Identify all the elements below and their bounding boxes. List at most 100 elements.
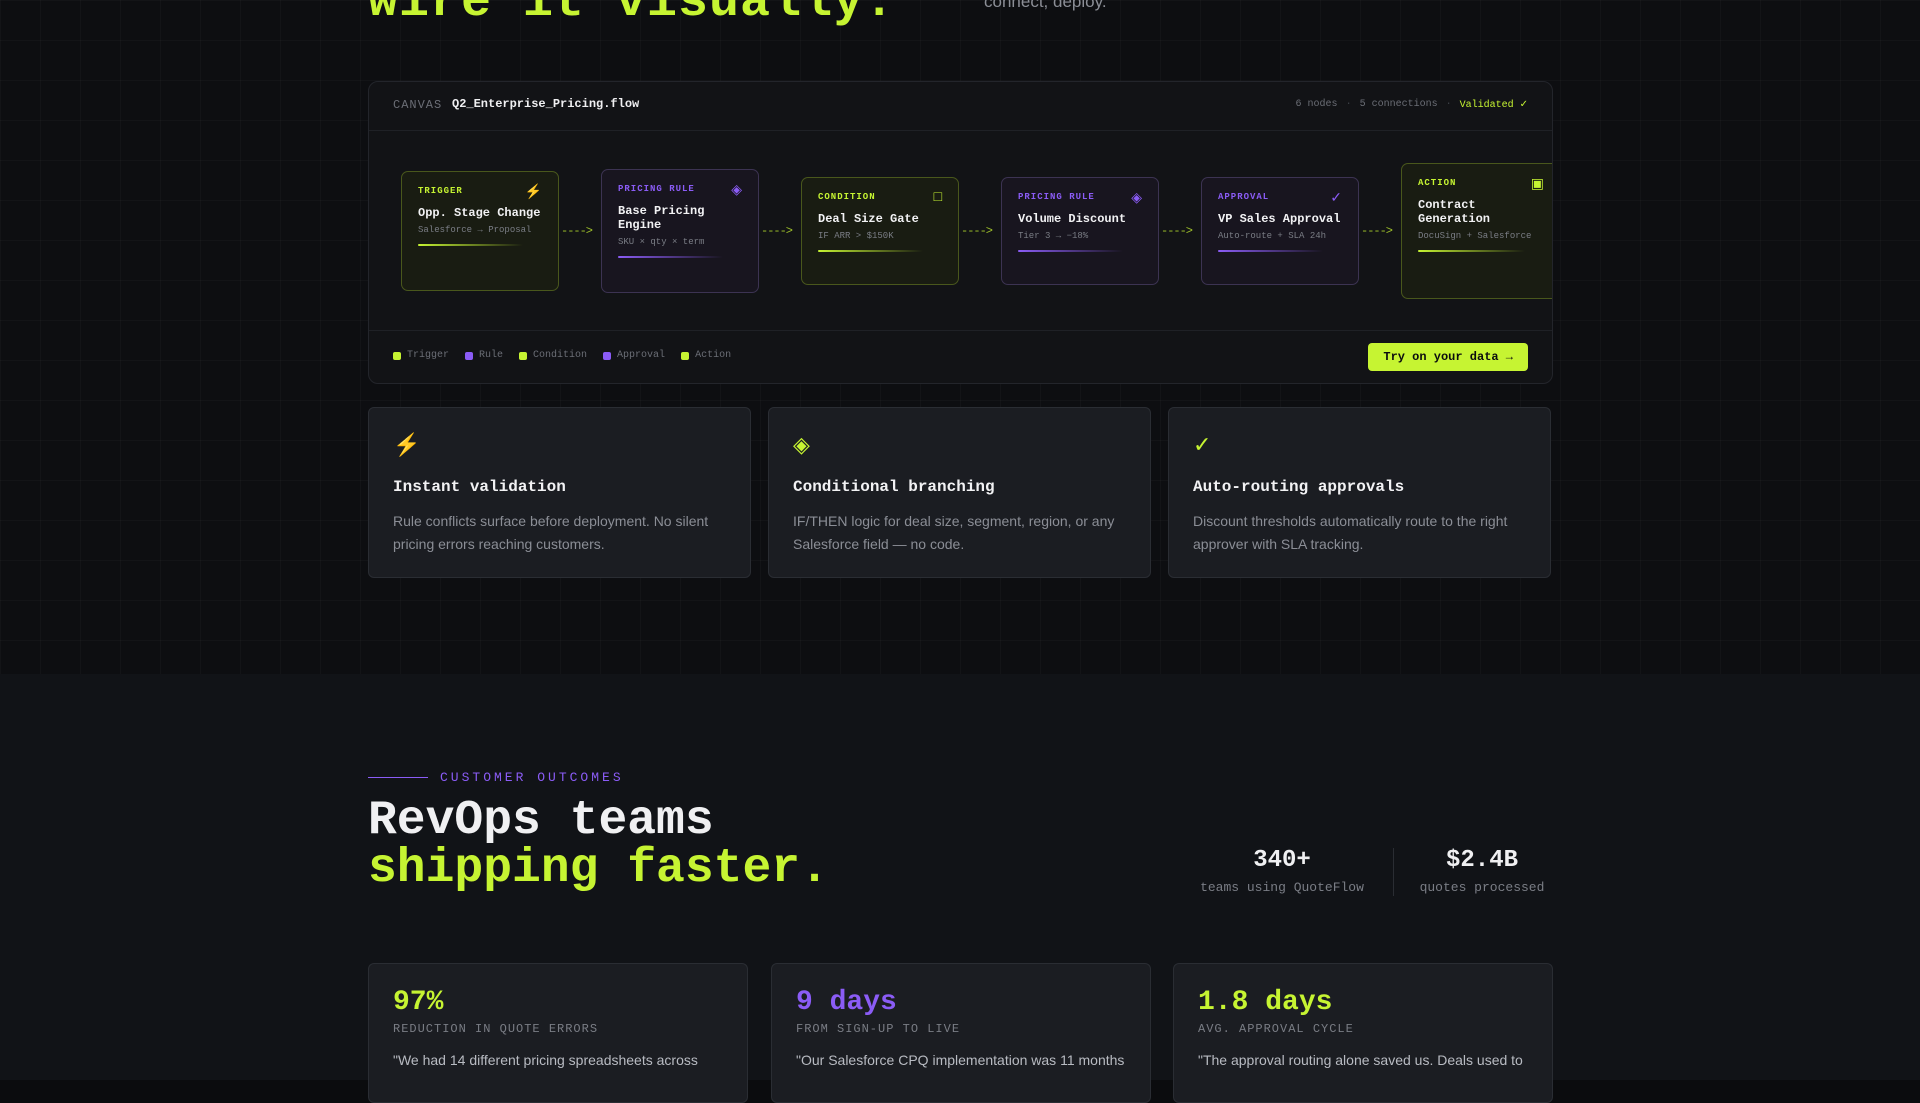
stat-label: quotes processed	[1419, 880, 1545, 895]
node-title: Volume Discount	[1018, 212, 1127, 226]
legend-label: Rule	[479, 350, 504, 361]
legend-item: Approval	[603, 350, 665, 361]
flow-canvas-panel: CANVAS Q2_Enterprise_Pricing.flow 6 node…	[368, 81, 1553, 384]
connection-count: 5 connections	[1359, 99, 1438, 110]
legend-item: Trigger	[393, 350, 449, 361]
document-icon: ▣	[1530, 177, 1544, 193]
try-on-your-data-button[interactable]: Try on your data →	[1368, 343, 1528, 371]
node-title: Base Pricing Engine	[618, 204, 705, 232]
outcome-card: 97% REDUCTION IN QUOTE ERRORS "We had 14…	[368, 963, 748, 1103]
node-title: VP Sales Approval	[1218, 212, 1341, 226]
feature-card-conditional-branching: ◈ Conditional branching IF/THEN logic fo…	[768, 407, 1151, 578]
node-title: Contract Generation	[1418, 198, 1491, 226]
legend-label: Action	[695, 350, 732, 361]
lightning-icon: ⚡	[524, 185, 542, 201]
stat-label: teams using QuoteFlow	[1200, 880, 1364, 895]
stat-teams: 340+ teams using QuoteFlow	[1192, 847, 1372, 895]
outcome-label: FROM SIGN-UP TO LIVE	[796, 1022, 961, 1036]
outcome-quote: "Our Salesforce CPQ implementation was 1…	[796, 1052, 1125, 1068]
node-title: Opp. Stage Change	[418, 206, 541, 220]
flow-node-approval[interactable]: APPROVAL ✓ VP Sales Approval Auto-route …	[1201, 177, 1359, 285]
node-type-label: PRICING RULE	[1018, 192, 1095, 202]
outcome-value: 9 days	[796, 987, 897, 1018]
canvas-meta: 6 nodes · 5 connections · Validated ✓	[1296, 99, 1528, 111]
feature-description: Rule conflicts surface before deployment…	[393, 513, 709, 552]
node-accent-bar	[618, 256, 724, 258]
diamond-icon: ◈	[793, 432, 810, 457]
headline-line-2: shipping faster.	[368, 842, 829, 896]
section-eyebrow: CUSTOMER OUTCOMES	[440, 770, 624, 785]
node-subtitle: Salesforce → Proposal	[418, 225, 532, 235]
outcome-card: 1.8 days AVG. APPROVAL CYCLE "The approv…	[1173, 963, 1553, 1103]
eyebrow-divider	[368, 777, 428, 778]
node-accent-bar	[818, 250, 924, 252]
flow-node-trigger[interactable]: TRIGGER ⚡ Opp. Stage Change Salesforce →…	[401, 171, 559, 291]
flow-node-condition[interactable]: CONDITION □ Deal Size Gate IF ARR > $150…	[801, 177, 959, 285]
legend-swatch	[393, 351, 401, 360]
stat-value: 340+	[1253, 847, 1311, 874]
connector-arrow: ---->	[561, 224, 593, 238]
legend-item: Action	[681, 350, 731, 361]
node-type-label: ACTION	[1418, 178, 1457, 188]
section-headline: RevOps teams shipping faster.	[368, 797, 829, 893]
feature-description: Discount thresholds automatically route …	[1193, 513, 1508, 552]
hero-subtitle: connect, deploy.	[984, 0, 1107, 11]
node-type-label: TRIGGER	[418, 186, 463, 196]
node-accent-bar	[1418, 250, 1526, 252]
connector-arrow: ---->	[761, 224, 793, 238]
legend-swatch	[465, 351, 474, 360]
node-accent-bar	[1218, 250, 1324, 252]
canvas-body: TRIGGER ⚡ Opp. Stage Change Salesforce →…	[369, 131, 1552, 311]
legend-swatch	[519, 351, 528, 360]
outcome-quote: "We had 14 different pricing spreadsheet…	[393, 1052, 698, 1068]
legend-swatch	[681, 351, 690, 360]
outcome-quote: "The approval routing alone saved us. De…	[1198, 1052, 1523, 1068]
legend-item: Condition	[519, 350, 587, 361]
feature-title: Instant validation	[393, 478, 566, 496]
legend-label: Trigger	[407, 350, 450, 361]
stat-divider	[1393, 848, 1394, 896]
flow-node-action[interactable]: ACTION ▣ Contract Generation DocuSign + …	[1401, 163, 1552, 299]
connector-arrow: ---->	[1161, 224, 1193, 238]
headline-line-1: RevOps teams	[368, 794, 714, 848]
meta-separator: ·	[1345, 99, 1352, 110]
legend-label: Approval	[617, 350, 666, 361]
node-subtitle: DocuSign + Salesforce	[1418, 231, 1532, 241]
node-accent-bar	[418, 244, 524, 246]
check-icon: ✓	[1193, 432, 1212, 457]
node-legend: Trigger Rule Condition Approval Action	[393, 350, 731, 361]
outcome-value: 1.8 days	[1198, 987, 1333, 1018]
meta-separator: ·	[1445, 99, 1452, 110]
node-subtitle: SKU × qty × term	[618, 237, 705, 247]
outcome-card: 9 days FROM SIGN-UP TO LIVE "Our Salesfo…	[771, 963, 1151, 1103]
node-subtitle: Auto-route + SLA 24h	[1218, 231, 1327, 241]
node-subtitle: Tier 3 → −18%	[1018, 231, 1089, 241]
legend-item: Rule	[465, 350, 503, 361]
node-accent-bar	[1018, 250, 1124, 252]
stat-quotes: $2.4B quotes processed	[1412, 847, 1552, 895]
feature-card-auto-routing: ✓ Auto-routing approvals Discount thresh…	[1168, 407, 1551, 578]
outcome-label: AVG. APPROVAL CYCLE	[1198, 1022, 1354, 1036]
validation-status: Validated ✓	[1459, 100, 1528, 111]
diamond-icon: ◈	[731, 183, 742, 199]
outcome-label: REDUCTION IN QUOTE ERRORS	[393, 1022, 599, 1036]
canvas-header: CANVAS Q2_Enterprise_Pricing.flow 6 node…	[369, 82, 1552, 131]
feature-card-instant-validation: ⚡ Instant validation Rule conflicts surf…	[368, 407, 751, 578]
node-count: 6 nodes	[1295, 99, 1338, 110]
node-title: Deal Size Gate	[818, 212, 919, 226]
connector-arrow: ---->	[1361, 224, 1393, 238]
hero-title: wire it visually.	[368, 0, 896, 31]
canvas-file-name[interactable]: Q2_Enterprise_Pricing.flow	[452, 97, 639, 111]
flow-node-pricing-rule[interactable]: PRICING RULE ◈ Base Pricing Engine SKU ×…	[601, 169, 759, 293]
diamond-icon: ◈	[1131, 191, 1142, 207]
feature-title: Auto-routing approvals	[1193, 478, 1405, 496]
node-type-label: APPROVAL	[1218, 192, 1270, 202]
stat-value: $2.4B	[1445, 847, 1518, 874]
canvas-footer: Trigger Rule Condition Approval Action T…	[369, 330, 1552, 383]
node-type-label: PRICING RULE	[618, 184, 695, 194]
legend-label: Condition	[533, 350, 588, 361]
feature-title: Conditional branching	[793, 478, 995, 496]
check-icon: ✓	[1330, 191, 1342, 207]
canvas-label: CANVAS	[393, 98, 443, 112]
flow-node-volume-discount[interactable]: PRICING RULE ◈ Volume Discount Tier 3 → …	[1001, 177, 1159, 285]
